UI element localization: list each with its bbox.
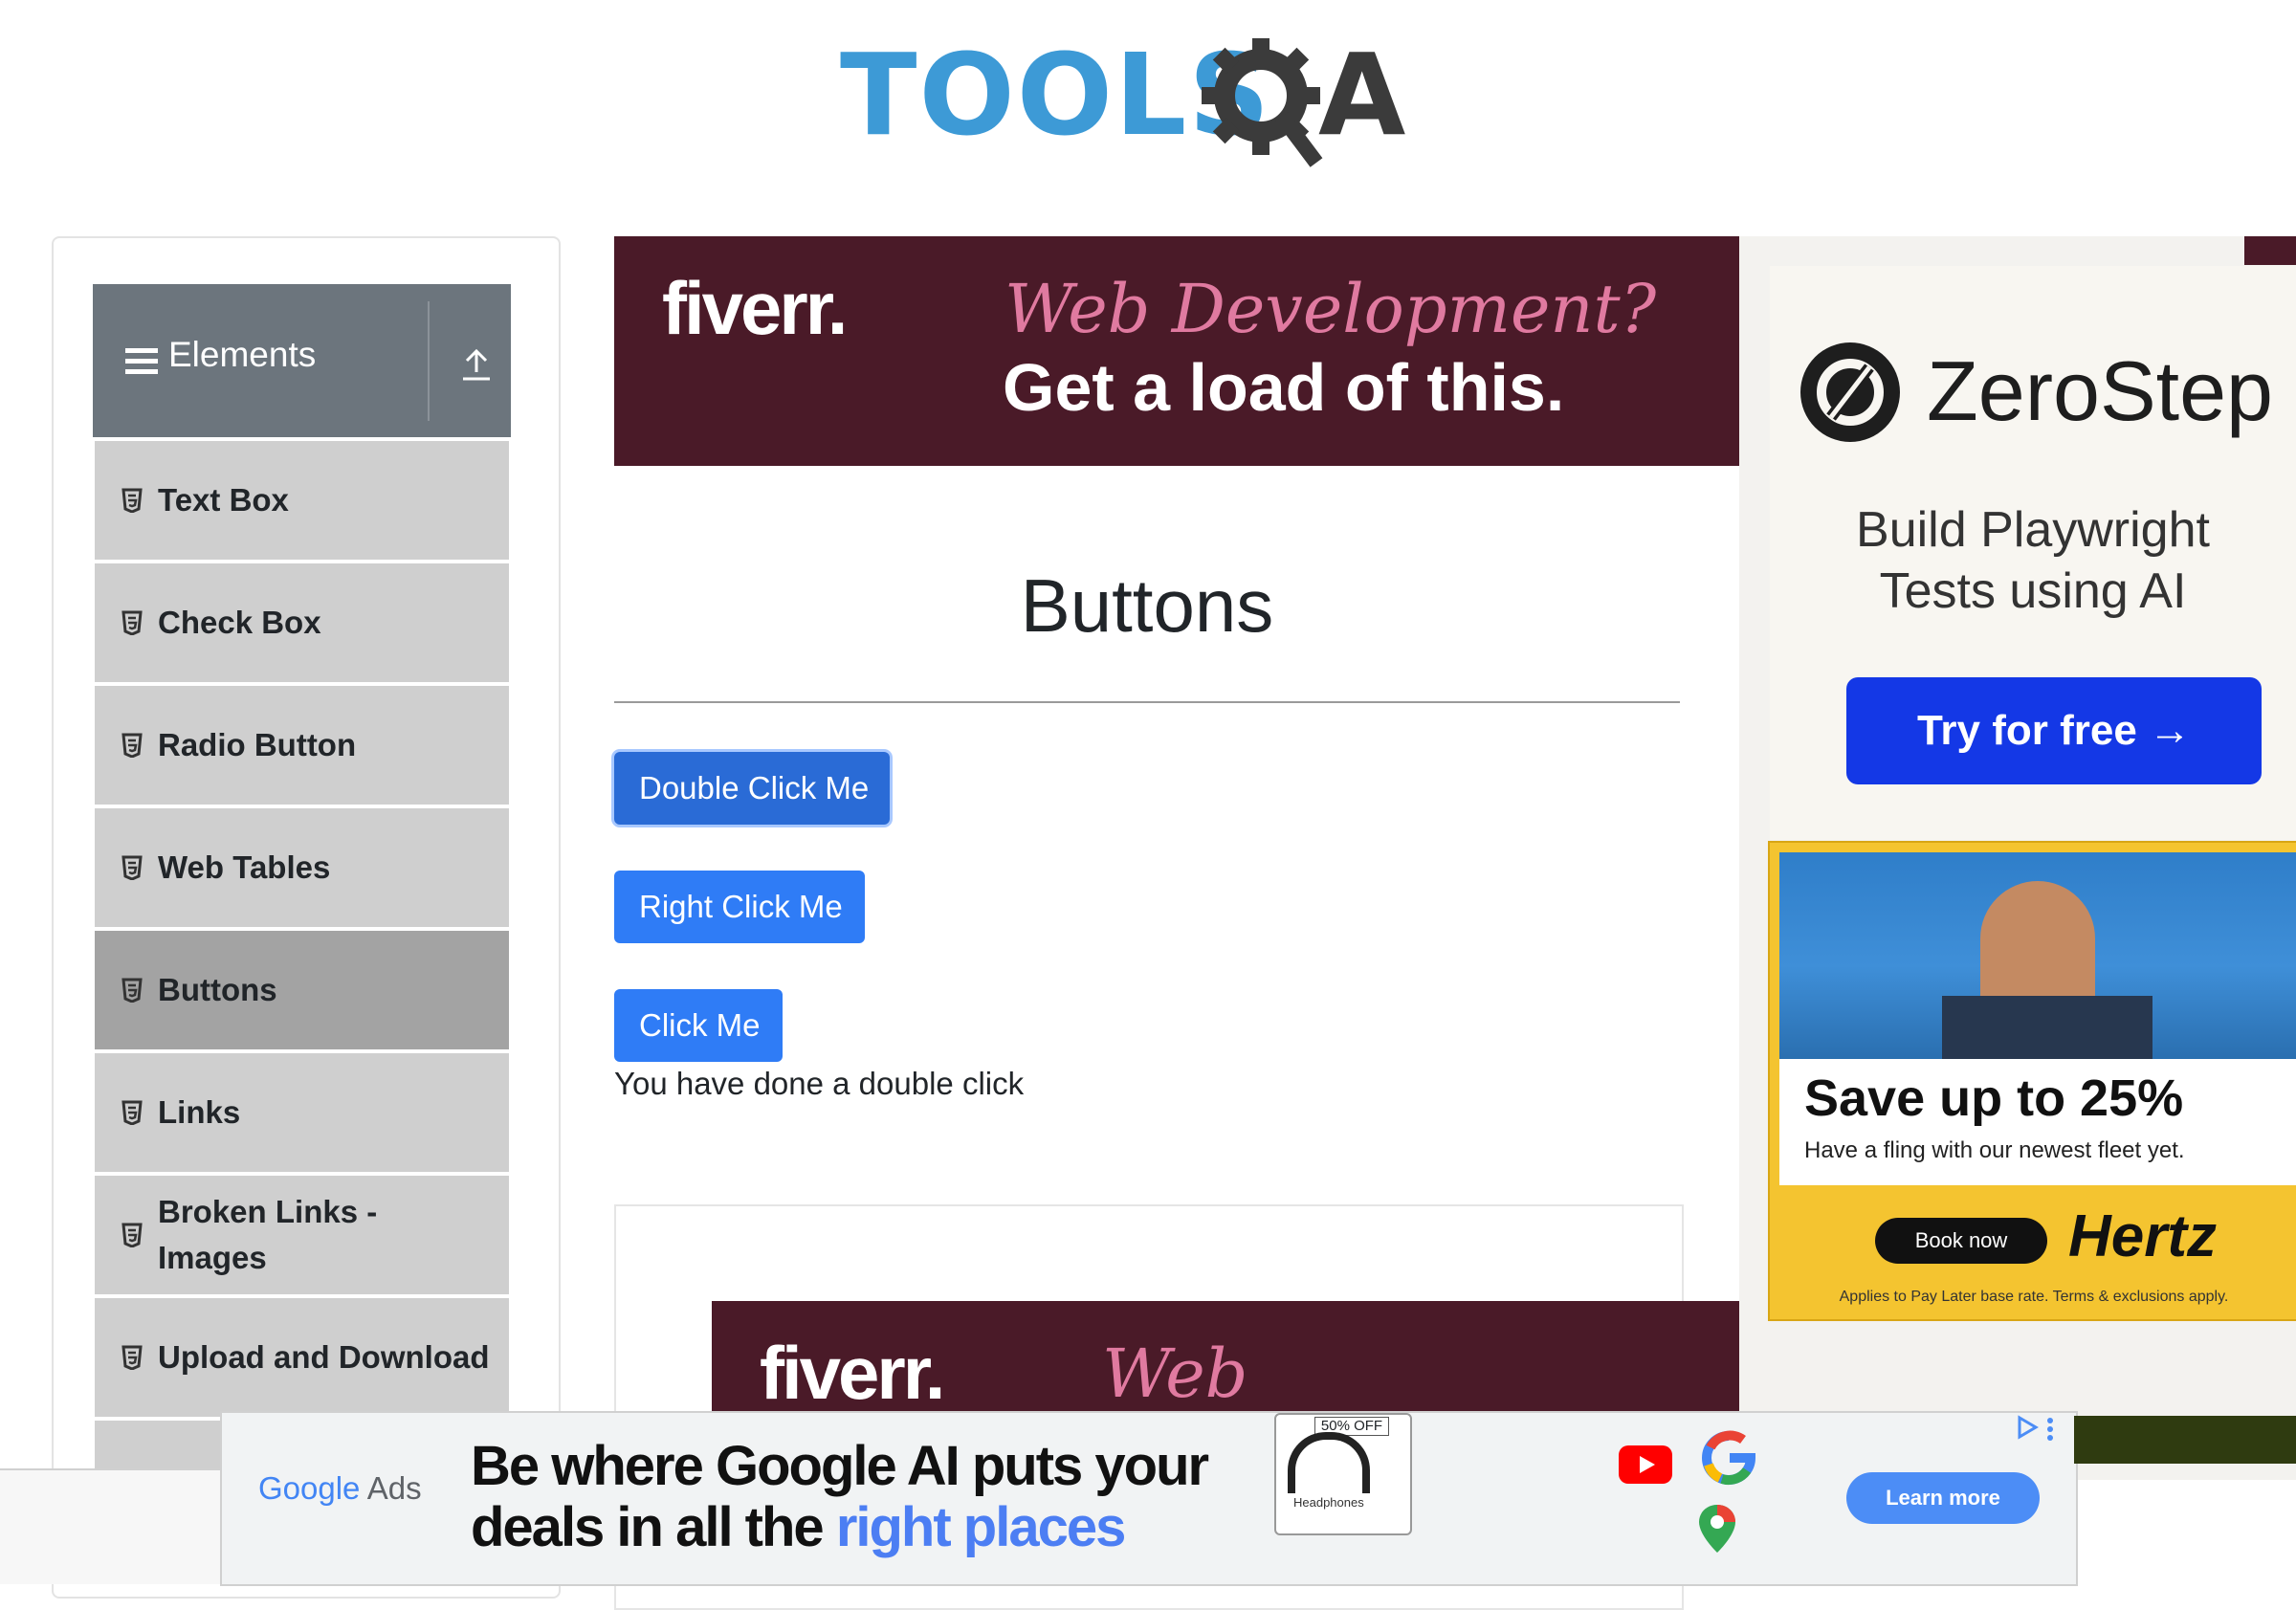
elements-group-title: Elements <box>168 335 317 374</box>
more-options-icon[interactable] <box>2045 1417 2055 1442</box>
html5-icon <box>121 855 143 880</box>
sidebar-item-label-line2: Images <box>158 1240 267 1275</box>
sidebar-item-web-tables[interactable]: Web Tables <box>95 808 509 927</box>
html5-icon <box>121 1223 143 1247</box>
zerostep-logo-icon <box>1800 342 1900 442</box>
hertz-logo: Hertz <box>2068 1203 2218 1269</box>
try-for-free-button[interactable]: Try for free → <box>1846 677 2262 784</box>
ads-wordmark: Ads <box>360 1470 422 1506</box>
learn-more-button[interactable]: Learn more <box>1846 1472 2040 1524</box>
google-ad-headline: Be where Google AI puts your deals in al… <box>471 1435 1209 1558</box>
hertz-subline: Have a fling with our newest fleet yet. <box>1804 1137 2185 1163</box>
hertz-fineprint: Applies to Pay Later base rate. Terms & … <box>1839 1289 2229 1305</box>
product-label: Headphones <box>1293 1495 1364 1510</box>
person-figure <box>1980 881 2095 1015</box>
google-ads-logo: Google Ads <box>258 1470 422 1507</box>
html5-icon <box>121 1100 143 1125</box>
sidebar-item-label: Text Box <box>158 482 289 518</box>
page-footer-strip <box>0 1468 220 1584</box>
sidebar-item-buttons[interactable]: Buttons <box>95 931 509 1049</box>
right-click-button[interactable]: Right Click Me <box>614 871 865 943</box>
sidebar-item-label: Check Box <box>158 605 321 640</box>
google-ad-line2-part1: deals in all the <box>471 1496 836 1558</box>
hertz-headline: Save up to 25% <box>1804 1070 2184 1127</box>
hertz-ad[interactable]: Save up to 25% Have a fling with our new… <box>1768 841 2296 1321</box>
fiverr-logo: fiverr. <box>662 266 848 350</box>
html5-icon <box>121 733 143 758</box>
google-ad-line2: deals in all the right places <box>471 1497 1207 1558</box>
google-ad-line2-highlight: right places <box>835 1496 1127 1558</box>
side-ad-strip <box>2074 1416 2296 1464</box>
sidebar-item-upload-and-download[interactable]: Upload and Download <box>95 1298 509 1417</box>
fiverr-logo: fiverr. <box>760 1331 945 1415</box>
sidebar-item-label: Upload and Download <box>158 1339 490 1375</box>
sidebar-item-radio-button[interactable]: Radio Button <box>95 686 509 805</box>
html5-icon <box>121 610 143 635</box>
adchoices-icon[interactable] <box>2015 1415 2040 1440</box>
logo-text-a: A <box>1318 38 1405 161</box>
google-ad-line1: Be where Google AI puts your <box>471 1435 1209 1497</box>
sidebar-item-label: Links <box>158 1094 241 1130</box>
maps-pin-icon <box>1699 1505 1735 1553</box>
fiverr-subline: Get a load of this. <box>1003 350 1565 425</box>
fiverr-ad-banner[interactable]: fiverr. Web Development? Get a load of t… <box>614 236 1739 466</box>
html5-icon <box>121 1345 143 1370</box>
hamburger-icon <box>125 348 158 374</box>
sidebar-item-label: Radio Button <box>158 727 357 762</box>
hertz-ad-image <box>1779 852 2296 1059</box>
sidebar-item-label: Broken Links - <box>158 1194 378 1229</box>
headphones-icon <box>1288 1432 1370 1493</box>
zerostep-tagline: Build Playwright Tests using AI <box>1770 499 2296 622</box>
double-click-message: You have done a double click <box>614 1066 1025 1101</box>
ad-edge <box>2244 236 2296 265</box>
book-now-button[interactable]: Book now <box>1875 1218 2047 1264</box>
product-card: 50% OFF Headphones <box>1274 1413 1412 1535</box>
sidebar-item-links[interactable]: Links <box>95 1053 509 1172</box>
click-me-button[interactable]: Click Me <box>614 989 783 1062</box>
html5-icon <box>121 978 143 1003</box>
double-click-button[interactable]: Double Click Me <box>614 752 890 825</box>
sidebar-item-text-box[interactable]: Text Box <box>95 441 509 560</box>
google-icon <box>1702 1430 1756 1486</box>
sidebar-item-check-box[interactable]: Check Box <box>95 563 509 682</box>
header-divider <box>428 301 430 421</box>
zerostep-ad[interactable]: ZeroStep Build Playwright Tests using AI… <box>1770 266 2296 840</box>
hertz-text-panel: Save up to 25% Have a fling with our new… <box>1779 1059 2296 1185</box>
title-divider <box>614 701 1680 703</box>
person-shirt <box>1942 996 2152 1059</box>
zerostep-tagline-line2: Tests using AI <box>1879 563 2187 619</box>
sidebar-item-label: Buttons <box>158 972 277 1007</box>
collapse-arrow-icon[interactable] <box>461 347 492 382</box>
google-wordmark: Google <box>258 1470 361 1506</box>
youtube-icon <box>1619 1445 1672 1484</box>
page-title: Buttons <box>1020 563 1274 648</box>
toolsqa-logo[interactable]: TOOLS A <box>840 38 1462 182</box>
fiverr-headline: Web Development? <box>1004 270 1657 348</box>
zerostep-tagline-line1: Build Playwright <box>1856 502 2210 558</box>
zerostep-brand: ZeroStep <box>1927 343 2273 438</box>
html5-icon <box>121 488 143 513</box>
sidebar-item-broken-links-images[interactable]: Broken Links - Images <box>95 1176 509 1294</box>
google-ads-banner[interactable]: Google Ads Be where Google AI puts your … <box>220 1411 2078 1586</box>
sidebar-item-label: Web Tables <box>158 849 331 885</box>
